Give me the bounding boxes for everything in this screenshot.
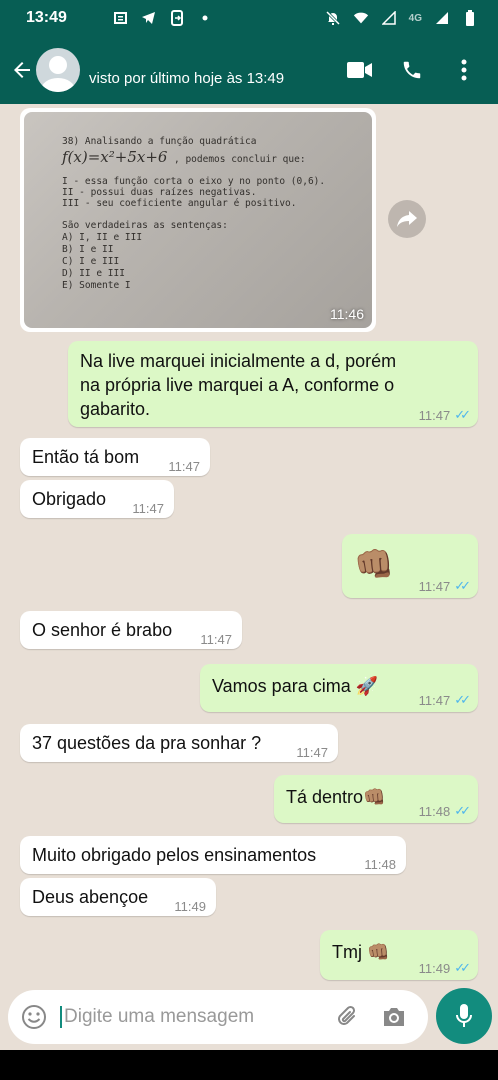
double-check-icon: ✓✓ bbox=[454, 692, 471, 707]
menu-button[interactable] bbox=[450, 56, 478, 84]
camera-button[interactable] bbox=[376, 999, 412, 1035]
dot-icon bbox=[197, 10, 213, 26]
emoji-button[interactable] bbox=[14, 997, 54, 1037]
battery-icon bbox=[462, 10, 478, 26]
chat-header: visto por último hoje às 13:49 bbox=[0, 36, 498, 104]
status-bar: 13:49 4G bbox=[0, 0, 498, 36]
outgoing-message[interactable]: 👊🏽 11:47 ✓✓ bbox=[342, 534, 478, 598]
back-button[interactable] bbox=[6, 50, 38, 90]
signal-icon bbox=[381, 10, 397, 26]
message-time: 11:48 bbox=[418, 803, 451, 819]
more-vertical-icon bbox=[461, 59, 467, 81]
voice-record-button[interactable] bbox=[436, 988, 492, 1044]
outgoing-message[interactable]: Tá dentro👊🏽 11:48 ✓✓ bbox=[274, 775, 478, 823]
incoming-message[interactable]: Obrigado 11:47 bbox=[20, 480, 174, 518]
incoming-message[interactable]: Então tá bom 11:47 bbox=[20, 438, 210, 476]
attach-button[interactable] bbox=[330, 999, 366, 1035]
phone-icon bbox=[403, 61, 421, 79]
telegram-icon bbox=[141, 10, 157, 26]
outgoing-message[interactable]: Vamos para cima 🚀 11:47 ✓✓ bbox=[200, 664, 478, 712]
message-time: 11:47 bbox=[132, 501, 164, 516]
message-time: 11:49 bbox=[418, 960, 451, 976]
cast-icon bbox=[169, 10, 185, 26]
image-message[interactable]: 38) Analisando a função quadrática f(x)=… bbox=[20, 108, 376, 332]
wifi-icon bbox=[353, 10, 369, 26]
forward-button[interactable] bbox=[388, 200, 426, 238]
incoming-message[interactable]: Deus abençoe 11:49 bbox=[20, 878, 216, 916]
paperclip-icon bbox=[338, 1005, 356, 1025]
video-call-button[interactable] bbox=[346, 56, 374, 84]
message-time: 11:47 bbox=[418, 578, 451, 594]
exam-question-photo[interactable]: 38) Analisando a função quadrática f(x)=… bbox=[24, 112, 372, 328]
double-check-icon: ✓✓ bbox=[454, 407, 471, 422]
forward-icon bbox=[397, 211, 417, 227]
camera-icon bbox=[384, 1008, 404, 1026]
double-check-icon: ✓✓ bbox=[454, 960, 471, 975]
message-time: 11:49 bbox=[174, 899, 206, 914]
arrow-left-icon bbox=[14, 62, 30, 78]
system-nav-bar bbox=[0, 1050, 498, 1080]
emoji-icon bbox=[22, 1005, 46, 1029]
notification-icon bbox=[113, 10, 129, 26]
message-time: 11:47 bbox=[296, 745, 328, 760]
incoming-message[interactable]: Muito obrigado pelos ensinamentos 11:48 bbox=[20, 836, 406, 874]
signal-full-icon bbox=[434, 10, 450, 26]
outgoing-message[interactable]: Na live marquei inicialmente a d, porém … bbox=[68, 341, 478, 427]
outgoing-message[interactable]: Tmj 👊🏽 11:49 ✓✓ bbox=[320, 930, 478, 980]
network-type: 4G bbox=[408, 12, 422, 24]
avatar[interactable] bbox=[36, 48, 80, 92]
last-seen-text[interactable]: visto por último hoje às 13:49 bbox=[89, 70, 284, 87]
message-time: 11:47 bbox=[168, 459, 200, 474]
message-composer bbox=[8, 990, 428, 1044]
voice-call-button[interactable] bbox=[398, 56, 426, 84]
video-camera-icon bbox=[347, 62, 372, 78]
message-time: 11:46 bbox=[330, 306, 364, 322]
microphone-icon bbox=[456, 1004, 472, 1027]
chat-area[interactable]: 38) Analisando a função quadrática f(x)=… bbox=[0, 104, 498, 986]
message-time: 11:48 bbox=[364, 857, 396, 872]
mute-icon bbox=[325, 10, 341, 26]
message-time: 11:47 bbox=[200, 632, 232, 647]
message-time: 11:47 bbox=[418, 407, 451, 423]
status-time: 13:49 bbox=[26, 9, 67, 26]
double-check-icon: ✓✓ bbox=[454, 803, 471, 818]
incoming-message[interactable]: O senhor é brabo 11:47 bbox=[20, 611, 242, 649]
message-time: 11:47 bbox=[418, 692, 451, 708]
double-check-icon: ✓✓ bbox=[454, 578, 471, 593]
incoming-message[interactable]: 37 questões da pra sonhar ? 11:47 bbox=[20, 724, 338, 762]
message-input[interactable] bbox=[60, 1006, 320, 1028]
